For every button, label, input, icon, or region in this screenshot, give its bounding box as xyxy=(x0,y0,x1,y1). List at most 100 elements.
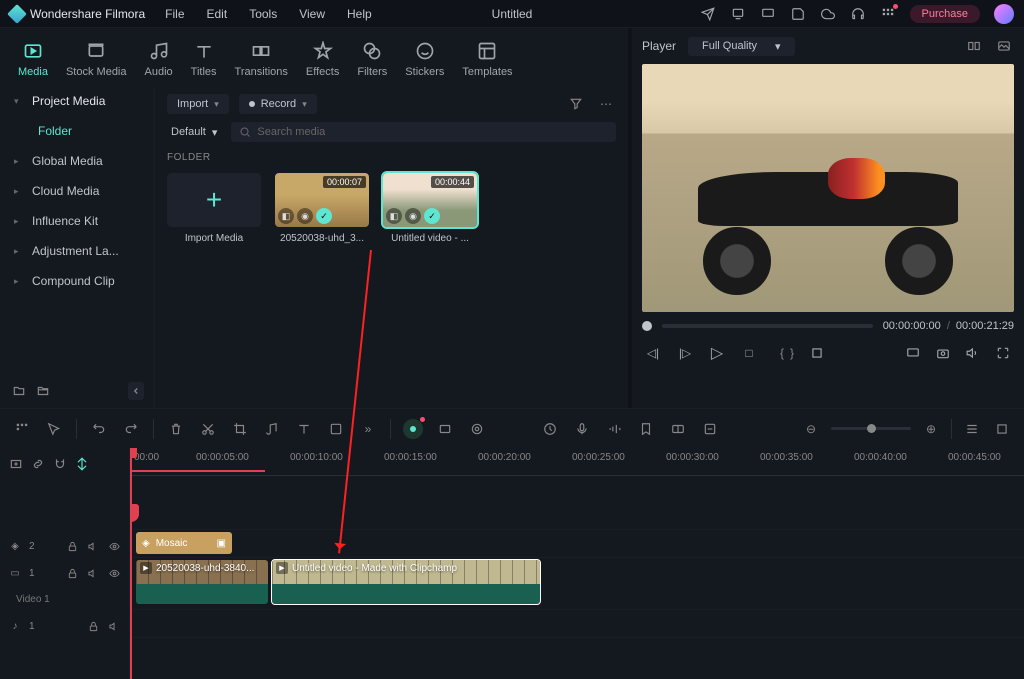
render-icon[interactable] xyxy=(700,419,720,439)
text-tool-icon[interactable] xyxy=(294,419,314,439)
preview-viewport[interactable] xyxy=(642,64,1014,312)
scrubber-track[interactable] xyxy=(662,324,873,328)
clip-video-1b[interactable]: ▶Untitled video - Made with Clipchamp xyxy=(272,560,540,604)
sidebar-folder[interactable]: Folder xyxy=(0,116,154,146)
display-button[interactable] xyxy=(904,344,922,362)
tab-media[interactable]: Media xyxy=(18,40,48,78)
tab-audio[interactable]: Audio xyxy=(145,40,173,78)
mark-in-button[interactable]: { xyxy=(780,346,784,360)
adjust-icon[interactable] xyxy=(668,419,688,439)
purchase-button[interactable]: Purchase xyxy=(910,5,980,23)
sort-default[interactable]: Default▾ xyxy=(167,124,221,141)
import-media-card[interactable]: + Import Media xyxy=(167,173,261,244)
snapshot-button[interactable] xyxy=(934,344,952,362)
track-head-audio1[interactable]: ♪ 1 xyxy=(0,612,129,640)
menu-edit[interactable]: Edit xyxy=(207,7,228,21)
user-avatar[interactable] xyxy=(994,4,1014,24)
frame-icon[interactable] xyxy=(435,419,455,439)
target-icon[interactable] xyxy=(467,419,487,439)
record-button[interactable]: Record▾ xyxy=(239,94,317,114)
grid-icon[interactable] xyxy=(12,419,32,439)
playhead[interactable] xyxy=(130,448,132,679)
crop-tool-icon[interactable] xyxy=(230,419,250,439)
play-button[interactable]: ▷ xyxy=(708,344,726,362)
speed-icon[interactable] xyxy=(540,419,560,439)
stop-button[interactable]: □ xyxy=(740,344,758,362)
sidebar-project-media[interactable]: ▾Project Media xyxy=(0,86,154,116)
audio-tool-icon[interactable] xyxy=(604,419,624,439)
lock-icon[interactable] xyxy=(65,566,79,580)
more-tools-icon[interactable]: » xyxy=(358,419,378,439)
track-head-video1[interactable]: ▭ 1 Video 1 xyxy=(0,560,129,612)
collapse-sidebar-icon[interactable] xyxy=(128,382,144,400)
magnet-icon[interactable] xyxy=(52,456,68,472)
snap-icon[interactable] xyxy=(74,456,90,472)
tab-templates[interactable]: Templates xyxy=(462,40,512,78)
import-button[interactable]: Import▾ xyxy=(167,94,229,114)
video-track-1[interactable]: ▶20520038-uhd-3840... ▶Untitled video - … xyxy=(130,558,1024,610)
volume-button[interactable] xyxy=(964,344,982,362)
list-icon[interactable] xyxy=(962,419,982,439)
filter-icon[interactable] xyxy=(566,94,586,114)
visibility-icon[interactable] xyxy=(107,566,121,580)
visibility-icon[interactable] xyxy=(107,539,121,553)
clip-video-1a[interactable]: ▶20520038-uhd-3840... xyxy=(136,560,268,604)
more-icon[interactable]: ⋯ xyxy=(596,94,616,114)
menu-tools[interactable]: Tools xyxy=(249,7,277,21)
mark-out-button[interactable]: } xyxy=(790,346,794,360)
music-tool-icon[interactable] xyxy=(262,419,282,439)
tab-stock-media[interactable]: Stock Media xyxy=(66,40,127,78)
apps-icon[interactable] xyxy=(880,6,896,22)
marker-icon[interactable] xyxy=(636,419,656,439)
fullscreen-button[interactable] xyxy=(994,344,1012,362)
search-input[interactable]: Search media xyxy=(231,122,616,142)
menu-file[interactable]: File xyxy=(165,7,184,21)
undo-icon[interactable] xyxy=(89,419,109,439)
mute-icon[interactable] xyxy=(86,566,100,580)
image-icon[interactable] xyxy=(994,36,1014,56)
mute-icon[interactable] xyxy=(86,539,100,553)
media-card-2[interactable]: 00:00:44 ◧◉✓ Untitled video - ... xyxy=(383,173,477,244)
play-section-button[interactable]: |▷ xyxy=(676,344,694,362)
zoom-slider[interactable] xyxy=(831,427,911,430)
send-icon[interactable] xyxy=(700,6,716,22)
sidebar-compound-clip[interactable]: ▸Compound Clip xyxy=(0,266,154,296)
tab-transitions[interactable]: Transitions xyxy=(235,40,288,78)
quality-selector[interactable]: Full Quality▾ xyxy=(688,37,795,56)
timeline-tracks[interactable]: 00:00 00:00:05:00 00:00:10:00 00:00:15:0… xyxy=(130,448,1024,679)
mute-icon[interactable] xyxy=(107,619,121,633)
playhead-dot[interactable] xyxy=(642,321,652,331)
link-icon[interactable] xyxy=(30,456,46,472)
mic-icon[interactable] xyxy=(572,419,592,439)
audio-track-1[interactable] xyxy=(130,610,1024,638)
sidebar-cloud-media[interactable]: ▸Cloud Media xyxy=(0,176,154,206)
cloud-icon[interactable] xyxy=(820,6,836,22)
sidebar-influence-kit[interactable]: ▸Influence Kit xyxy=(0,206,154,236)
add-track-icon[interactable] xyxy=(8,456,24,472)
fit-icon[interactable] xyxy=(992,419,1012,439)
sidebar-global-media[interactable]: ▸Global Media xyxy=(0,146,154,176)
zoom-in-icon[interactable]: ⊕ xyxy=(921,419,941,439)
lock-icon[interactable] xyxy=(65,539,79,553)
menu-view[interactable]: View xyxy=(299,7,325,21)
preview-scrubber[interactable]: 00:00:00:00 / 00:00:21:29 xyxy=(642,320,1014,332)
tab-titles[interactable]: Titles xyxy=(191,40,217,78)
cursor-icon[interactable] xyxy=(44,419,64,439)
folder-open-icon[interactable] xyxy=(34,382,52,400)
zoom-out-icon[interactable]: ⊖ xyxy=(801,419,821,439)
crop-button[interactable] xyxy=(808,344,826,362)
sidebar-adjustment-layer[interactable]: ▸Adjustment La... xyxy=(0,236,154,266)
tab-filters[interactable]: Filters xyxy=(357,40,387,78)
clip-mosaic[interactable]: ◈Mosaic▣ xyxy=(136,532,232,554)
track-head-effect[interactable]: ◈ 2 xyxy=(0,532,129,560)
redo-icon[interactable] xyxy=(121,419,141,439)
tab-effects[interactable]: Effects xyxy=(306,40,339,78)
monitor-icon[interactable] xyxy=(760,6,776,22)
headphones-icon[interactable] xyxy=(850,6,866,22)
lock-icon[interactable] xyxy=(86,619,100,633)
menu-help[interactable]: Help xyxy=(347,7,372,21)
delete-icon[interactable] xyxy=(166,419,186,439)
timeline-ruler[interactable]: 00:00 00:00:05:00 00:00:10:00 00:00:15:0… xyxy=(130,448,1024,476)
square-tool-icon[interactable] xyxy=(326,419,346,439)
cut-icon[interactable] xyxy=(198,419,218,439)
